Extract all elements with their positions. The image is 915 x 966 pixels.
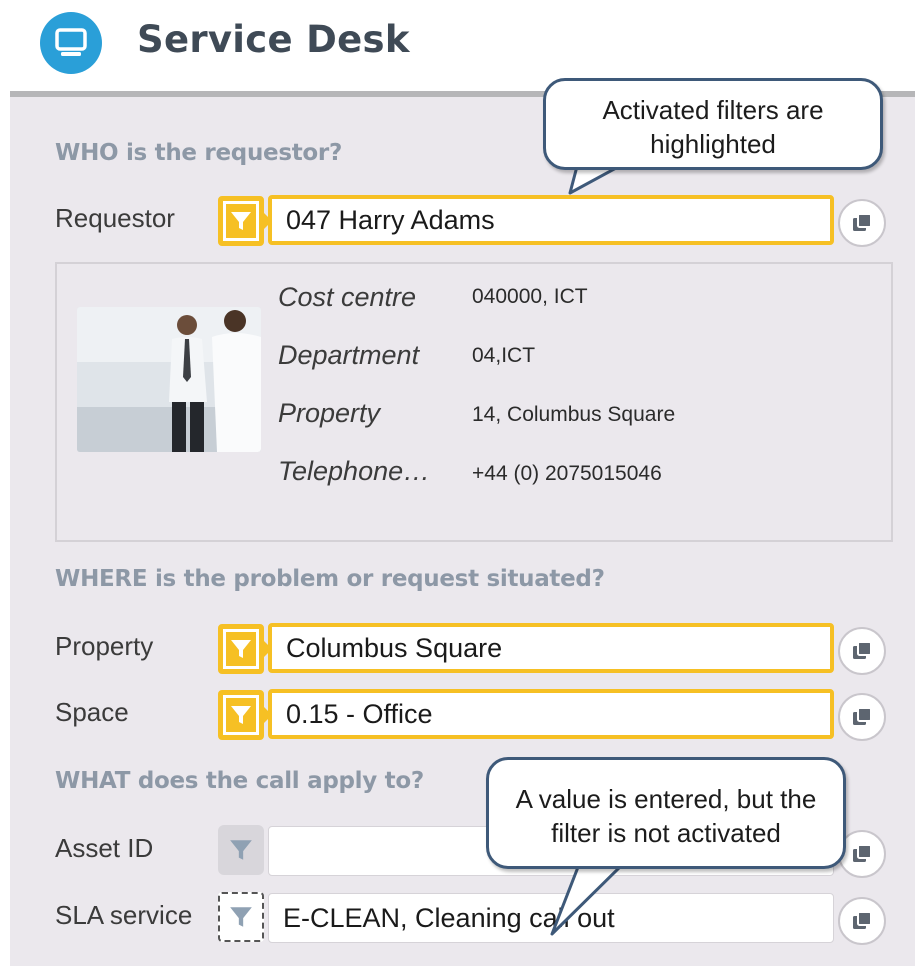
property-detail-label: Property	[278, 398, 381, 428]
requestor-filter-button[interactable]	[218, 196, 264, 246]
sla-service-lookup-button[interactable]	[838, 897, 886, 945]
space-filter-button[interactable]	[218, 690, 264, 740]
requestor-photo	[77, 307, 261, 452]
telephone-label: Telephone…	[278, 456, 431, 486]
asset-id-label: Asset ID	[55, 833, 154, 863]
filter-icon	[231, 706, 251, 724]
requestor-field[interactable]: 047 Harry Adams	[268, 195, 834, 245]
requestor-label: Requestor	[55, 203, 175, 233]
filter-icon	[230, 907, 252, 927]
monitor-icon	[40, 12, 102, 74]
callout-not-activated-text: A value is entered, but the filter is no…	[515, 784, 817, 848]
property-filter-button[interactable]	[218, 624, 264, 674]
callout-pointer	[550, 862, 628, 936]
cost-centre-label: Cost centre	[278, 282, 417, 312]
section-title-what: WHAT does the call apply to?	[55, 768, 424, 794]
section-title-where: WHERE is the problem or request situated…	[55, 566, 605, 592]
app-header: Service Desk	[0, 0, 915, 90]
open-window-icon	[853, 911, 872, 929]
requestor-lookup-button[interactable]	[838, 199, 886, 247]
open-window-icon	[853, 844, 872, 862]
department-value: 04,ICT	[472, 344, 536, 367]
filter-icon	[231, 640, 251, 658]
open-window-icon	[853, 213, 872, 231]
open-window-icon	[853, 641, 872, 659]
property-field[interactable]: Columbus Square	[268, 623, 834, 673]
telephone-value: +44 (0) 2075015046	[472, 462, 662, 485]
sla-service-filter-button[interactable]	[218, 892, 264, 942]
space-field[interactable]: 0.15 - Office	[268, 689, 834, 739]
callout-not-activated: A value is entered, but the filter is no…	[486, 757, 846, 869]
property-lookup-button[interactable]	[838, 627, 886, 675]
callout-activated-text: Activated filters are highlighted	[602, 95, 824, 159]
open-window-icon	[853, 707, 872, 725]
cost-centre-value: 040000, ICT	[472, 285, 588, 308]
sla-service-label: SLA service	[55, 900, 193, 930]
asset-id-filter-button[interactable]	[218, 825, 264, 875]
filter-icon	[230, 840, 252, 860]
property-label: Property	[55, 631, 154, 661]
property-detail-value: 14, Columbus Square	[472, 403, 676, 426]
space-label: Space	[55, 697, 129, 727]
space-lookup-button[interactable]	[838, 693, 886, 741]
filter-icon	[231, 212, 251, 230]
section-title-who: WHO is the requestor?	[55, 140, 342, 166]
app-title: Service Desk	[137, 18, 410, 61]
callout-activated-filters: Activated filters are highlighted	[543, 78, 883, 170]
department-label: Department	[278, 340, 420, 370]
